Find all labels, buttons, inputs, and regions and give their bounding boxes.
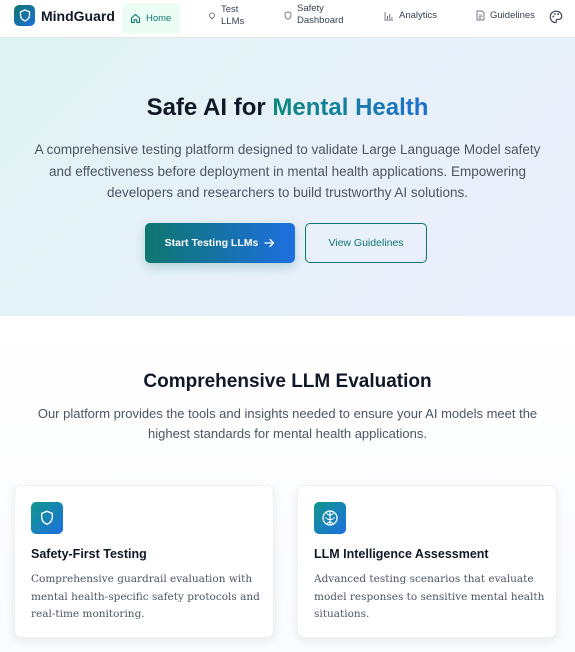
top-navbar: MindGuard Home Test LLMs Safety Dashboar… <box>0 0 575 38</box>
view-guidelines-label: View Guidelines <box>328 237 404 249</box>
nav-safety-label-2: Dashboard <box>297 15 344 26</box>
hero-description: A comprehensive testing platform designe… <box>34 142 541 200</box>
hero-title-prefix: Safe AI for <box>146 94 273 121</box>
start-testing-button[interactable]: Start Testing LLMs <box>145 223 295 263</box>
feature-card-intelligence: LLM Intelligence Assessment Advanced tes… <box>297 485 557 638</box>
nav-test-label-2: LLMs <box>221 16 245 27</box>
nav-guidelines-label: Guidelines <box>490 10 535 21</box>
nav-analytics-label: Analytics <box>399 10 438 21</box>
document-icon <box>476 10 485 21</box>
bar-chart-icon <box>384 11 394 21</box>
nav-safety-label-1: Safety <box>297 3 324 14</box>
hero-section: Safe AI for Mental Health A comprehensiv… <box>0 38 575 316</box>
brain-icon <box>314 502 346 534</box>
nav-home-label: Home <box>146 13 172 24</box>
card-title: Safety-First Testing <box>31 547 147 561</box>
card-title: LLM Intelligence Assessment <box>314 547 489 561</box>
shield-icon <box>14 5 35 26</box>
nav-test-llms[interactable]: Test LLMs <box>208 4 244 28</box>
nav-analytics[interactable]: Analytics <box>384 10 437 21</box>
nav-test-label-1: Test <box>221 4 239 15</box>
features-title: Comprehensive LLM Evaluation <box>143 371 432 392</box>
features-description: Our platform provides the tools and insi… <box>37 406 538 441</box>
hero-title: Safe AI for Mental Health <box>0 94 575 122</box>
shield-icon <box>31 502 63 534</box>
card-description: Comprehensive guardrail evaluation with … <box>31 573 260 620</box>
card-description: Advanced testing scenarios that evaluate… <box>314 573 545 620</box>
hero-title-accent: Mental Health <box>272 94 429 121</box>
nav-guidelines[interactable]: Guidelines <box>476 10 535 21</box>
palette-icon[interactable] <box>549 9 563 28</box>
bulb-icon <box>208 12 216 20</box>
home-icon <box>130 13 141 24</box>
nav-home[interactable]: Home <box>122 3 180 34</box>
feature-card-safety: Safety-First Testing Comprehensive guard… <box>14 485 274 638</box>
nav-safety-dashboard[interactable]: Safety Dashboard <box>284 3 343 27</box>
brand-name: MindGuard <box>41 7 115 24</box>
arrow-right-icon <box>264 238 275 248</box>
brand[interactable]: MindGuard <box>14 5 115 26</box>
start-testing-label: Start Testing LLMs <box>164 237 259 249</box>
view-guidelines-button[interactable]: View Guidelines <box>305 223 427 263</box>
shield-icon <box>284 10 292 20</box>
